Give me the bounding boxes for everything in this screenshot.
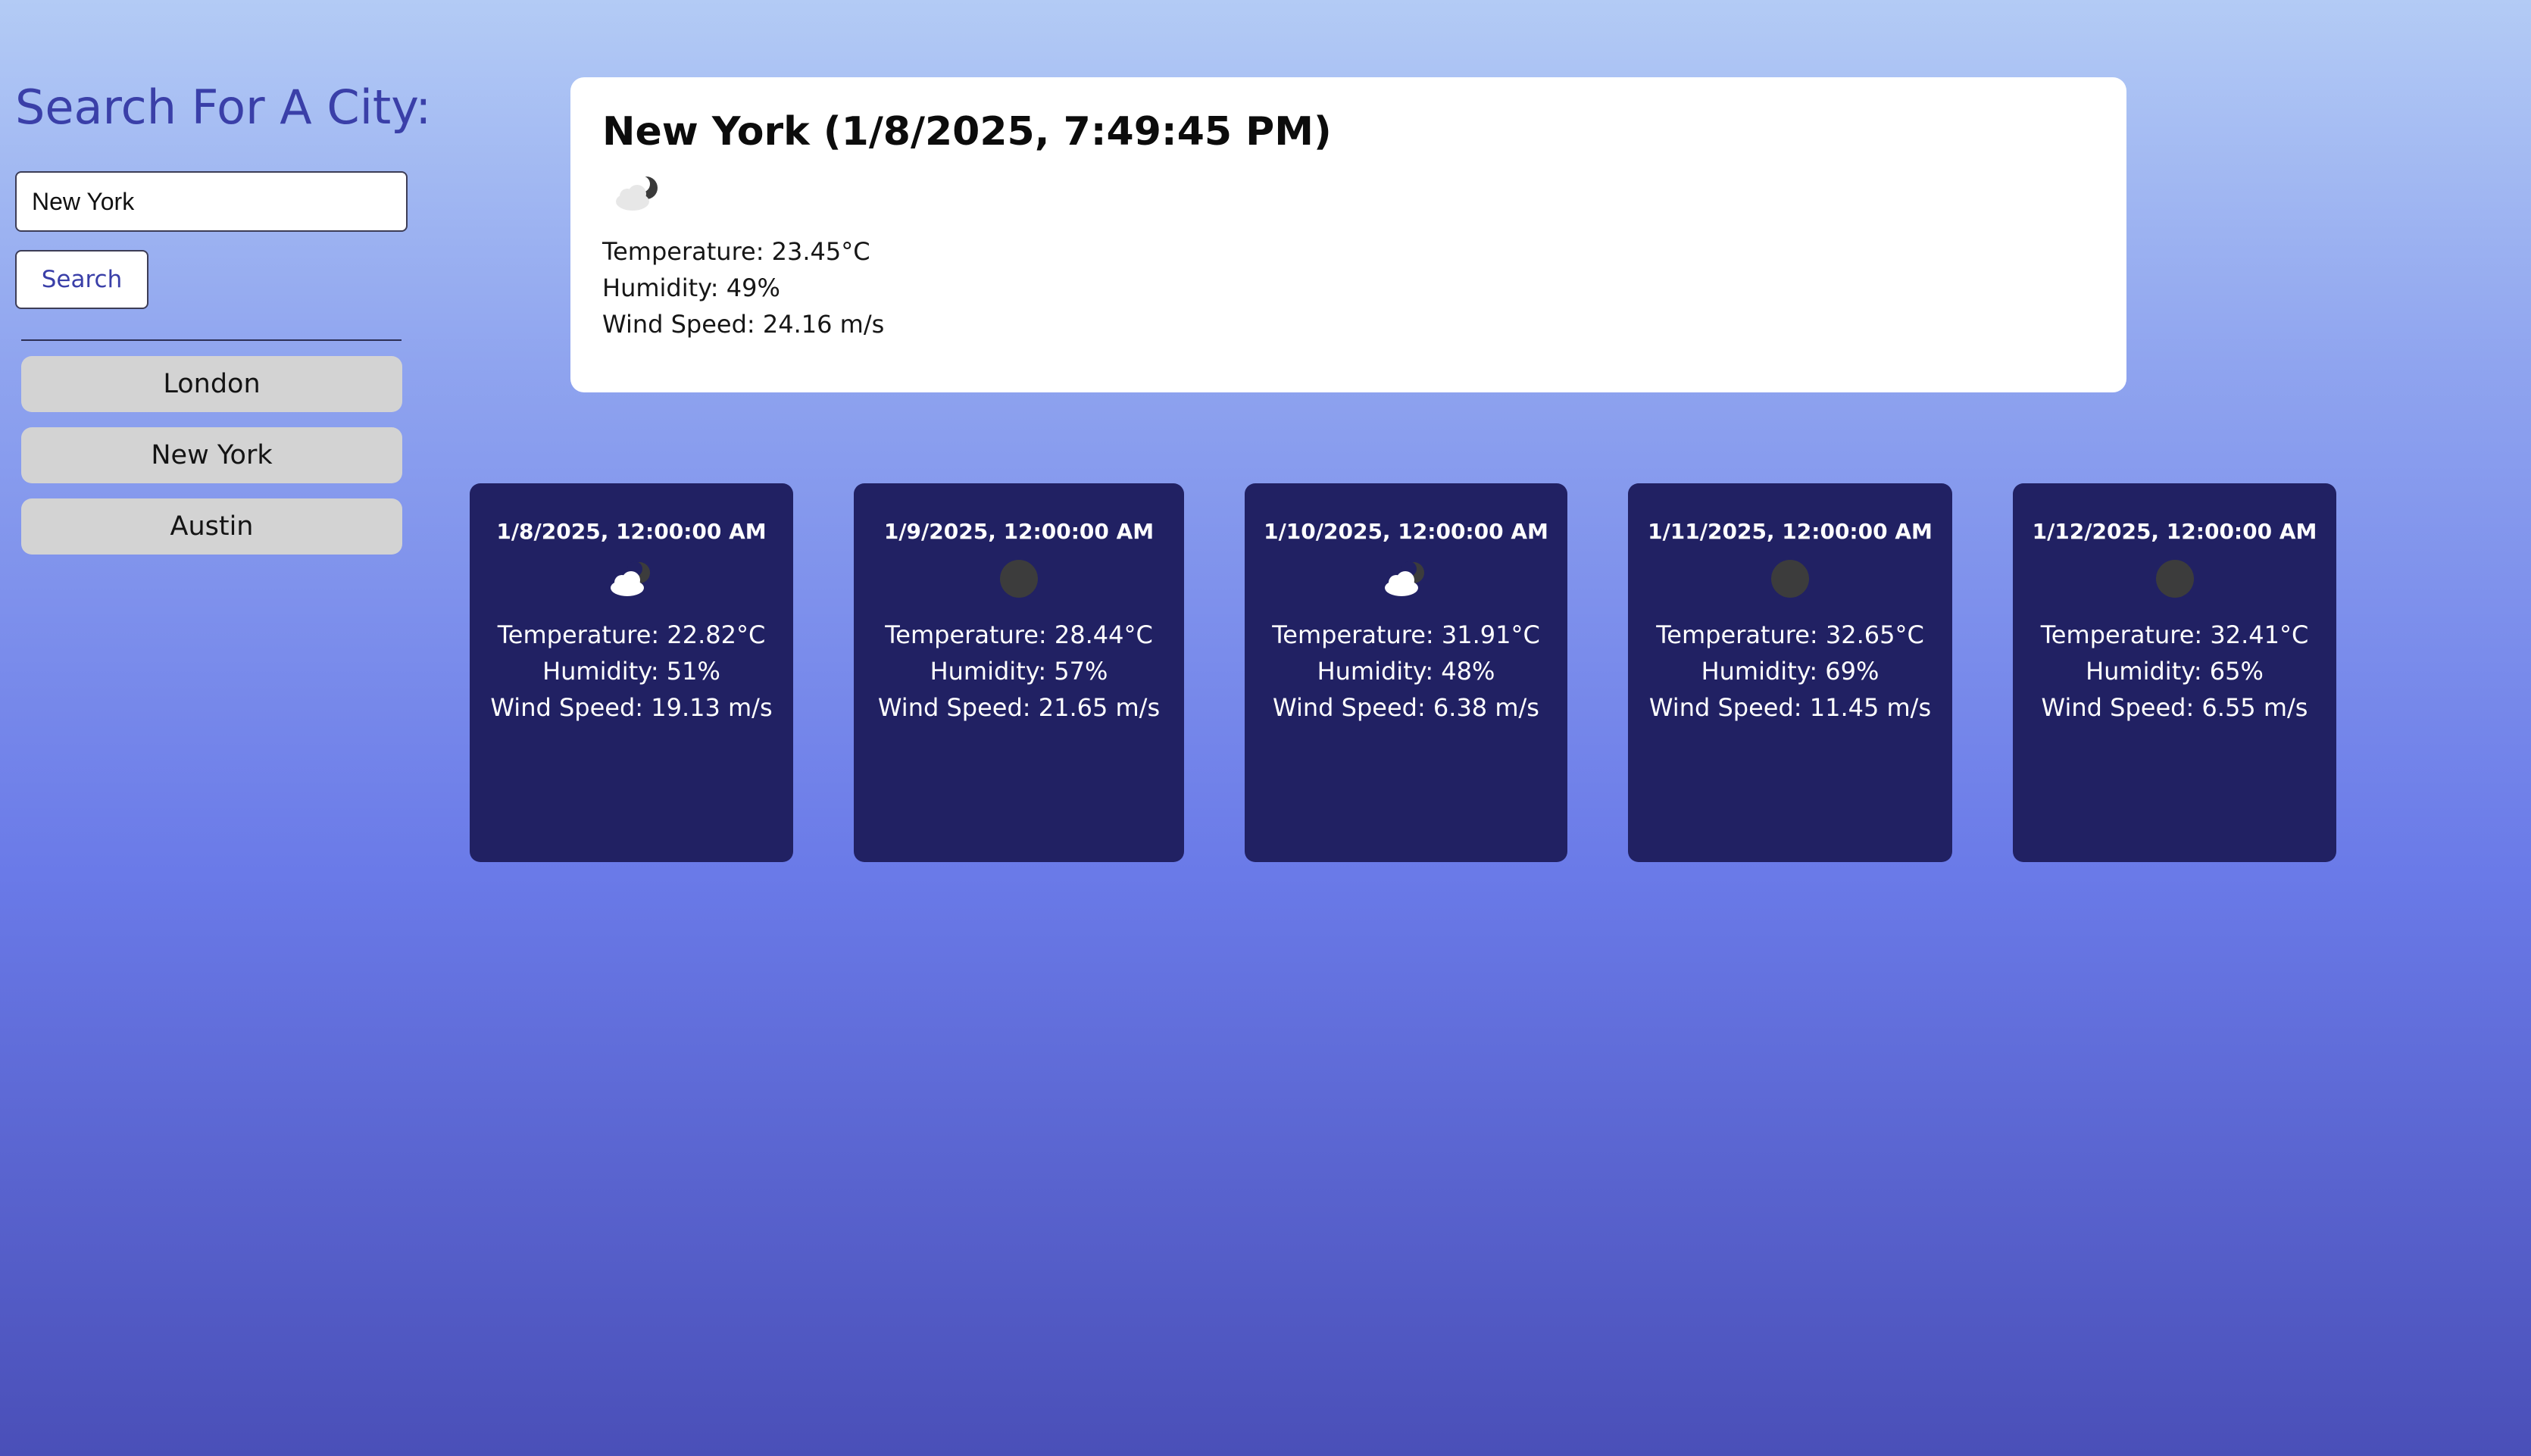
partly-cloudy-night-icon bbox=[610, 561, 650, 596]
partly-cloudy-night-icon bbox=[1385, 561, 1424, 596]
forecast-humidity: Humidity: 51% bbox=[542, 657, 720, 686]
forecast-temperature: Temperature: 32.65°C bbox=[1656, 620, 1924, 649]
forecast-humidity: Humidity: 69% bbox=[1701, 657, 1880, 686]
current-temperature: Temperature: 23.45°C bbox=[602, 237, 870, 266]
forecast-date: 1/12/2025, 12:00:00 AM bbox=[2032, 519, 2317, 544]
forecast-wind-speed: Wind Speed: 11.45 m/s bbox=[1648, 693, 1932, 722]
current-humidity: Humidity: 49% bbox=[602, 273, 780, 302]
history-item-austin[interactable]: Austin bbox=[21, 498, 402, 555]
forecast-wind-speed: Wind Speed: 19.13 m/s bbox=[490, 693, 773, 722]
forecast-humidity: Humidity: 48% bbox=[1317, 657, 1495, 686]
forecast-card: 1/8/2025, 12:00:00 AM Temperature: 22.82… bbox=[470, 483, 793, 862]
search-button[interactable]: Search bbox=[15, 250, 148, 309]
forecast-wind-speed: Wind Speed: 6.38 m/s bbox=[1273, 693, 1539, 722]
sidebar-divider bbox=[21, 339, 402, 341]
current-weather-title: New York (1/8/2025, 7:49:45 PM) bbox=[602, 109, 1332, 155]
forecast-humidity: Humidity: 65% bbox=[2086, 657, 2264, 686]
forecast-humidity: Humidity: 57% bbox=[930, 657, 1108, 686]
current-weather-card: New York (1/8/2025, 7:49:45 PM) Temperat… bbox=[570, 77, 2126, 392]
forecast-card: 1/11/2025, 12:00:00 AM Temperature: 32.6… bbox=[1628, 483, 1952, 862]
history-item-london[interactable]: London bbox=[21, 356, 402, 412]
forecast-date: 1/9/2025, 12:00:00 AM bbox=[883, 519, 1155, 544]
history-item-new-york[interactable]: New York bbox=[21, 427, 402, 483]
forecast-temperature: Temperature: 31.91°C bbox=[1272, 620, 1540, 649]
forecast-wind-speed: Wind Speed: 6.55 m/s bbox=[2041, 693, 2308, 722]
forecast-card: 1/9/2025, 12:00:00 AM Temperature: 28.44… bbox=[854, 483, 1184, 862]
forecast-date: 1/10/2025, 12:00:00 AM bbox=[1264, 519, 1548, 544]
forecast-card: 1/10/2025, 12:00:00 AM Temperature: 31.9… bbox=[1245, 483, 1567, 862]
search-history-list: London New York Austin bbox=[21, 356, 409, 555]
search-title: Search For A City: bbox=[15, 80, 432, 135]
current-wind-speed: Wind Speed: 24.16 m/s bbox=[602, 310, 885, 339]
clear-night-icon bbox=[1000, 560, 1038, 598]
clear-night-icon bbox=[1771, 560, 1809, 598]
forecast-temperature: Temperature: 28.44°C bbox=[885, 620, 1153, 649]
forecast-temperature: Temperature: 22.82°C bbox=[497, 620, 766, 649]
forecast-temperature: Temperature: 32.41°C bbox=[2040, 620, 2309, 649]
forecast-date: 1/8/2025, 12:00:00 AM bbox=[496, 519, 767, 544]
city-search-input[interactable] bbox=[15, 171, 408, 232]
partly-cloudy-night-icon bbox=[616, 176, 658, 211]
forecast-wind-speed: Wind Speed: 21.65 m/s bbox=[877, 693, 1161, 722]
forecast-date: 1/11/2025, 12:00:00 AM bbox=[1648, 519, 1933, 544]
clear-night-icon bbox=[2155, 560, 2194, 598]
forecast-card: 1/12/2025, 12:00:00 AM Temperature: 32.4… bbox=[2013, 483, 2336, 862]
sidebar: Search For A City: Search London New Yor… bbox=[15, 76, 432, 570]
